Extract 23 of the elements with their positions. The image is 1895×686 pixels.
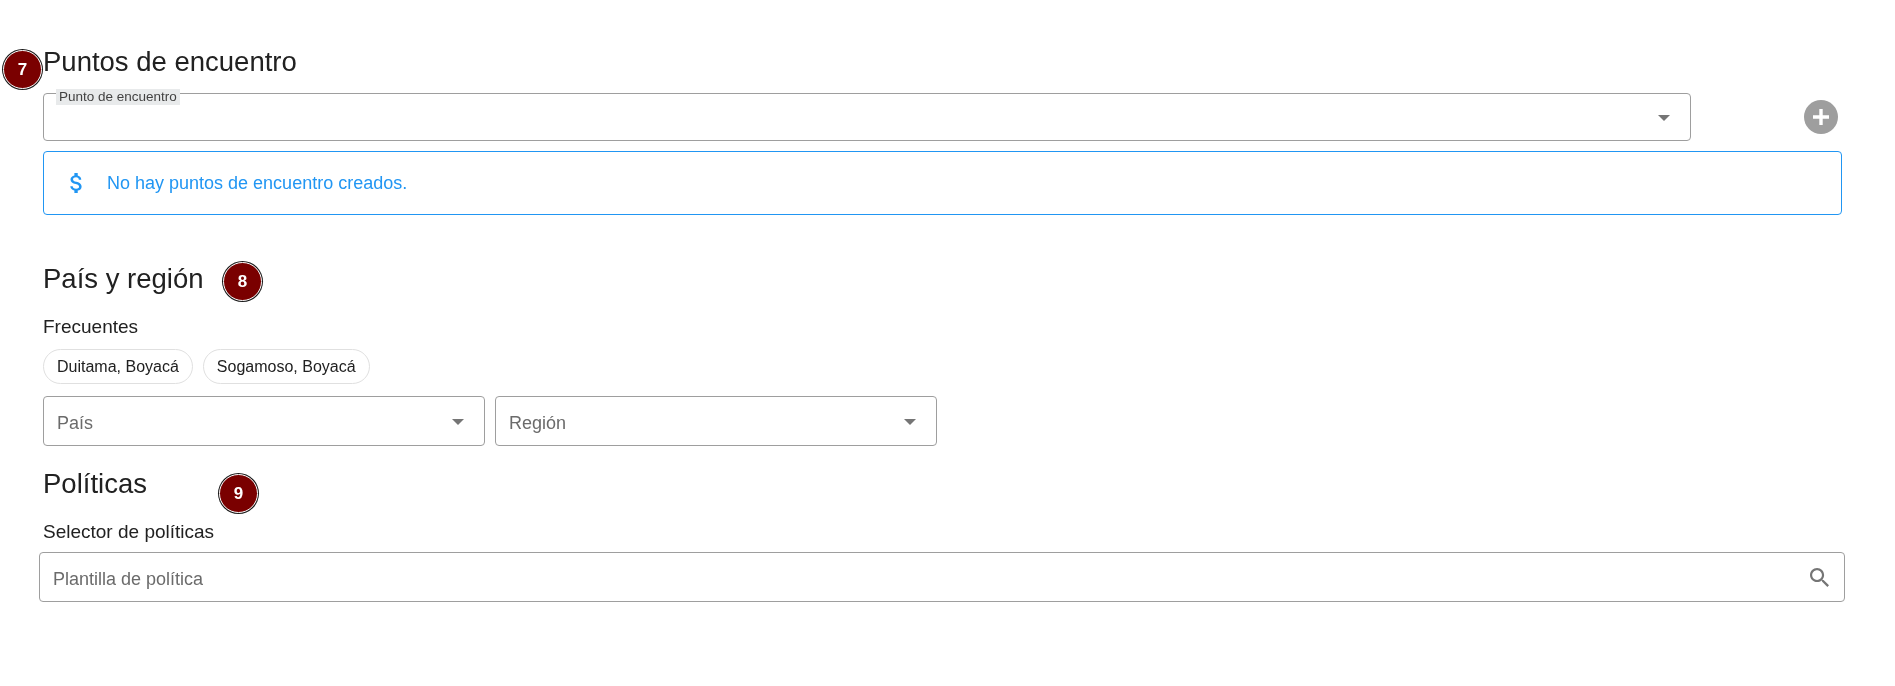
policy-selector-label: Selector de políticas [43, 521, 215, 543]
caret-icon [904, 419, 916, 425]
add-button[interactable] [1804, 100, 1838, 134]
search-icon [1810, 568, 1829, 587]
dropdown-field[interactable]: País [43, 396, 485, 446]
location-chip[interactable]: Duitama, Boyacá [43, 349, 193, 384]
step-number-marker: 8 [223, 262, 262, 301]
section-title: País y región [43, 262, 204, 296]
dropdown-field[interactable]: Región [495, 396, 937, 446]
field-label: Punto de encuentro [56, 89, 180, 105]
location-chip[interactable]: Sogamoso, Boyacá [202, 349, 370, 384]
step-number-marker: 7 [3, 50, 42, 89]
dollar-icon [69, 173, 82, 193]
plus-icon [1813, 109, 1829, 125]
section-title: Políticas [43, 467, 147, 501]
policy-search-field[interactable]: Plantilla de política [39, 552, 1845, 602]
caret-icon [1658, 115, 1670, 121]
section-title: Puntos de encuentro [43, 45, 297, 79]
meeting-point-select[interactable] [43, 93, 1691, 141]
alert-message: No hay puntos de encuentro creados. [107, 172, 408, 194]
frequent-label: Frecuentes [43, 316, 139, 338]
caret-icon [452, 419, 464, 425]
step-number-marker: 9 [219, 474, 258, 513]
